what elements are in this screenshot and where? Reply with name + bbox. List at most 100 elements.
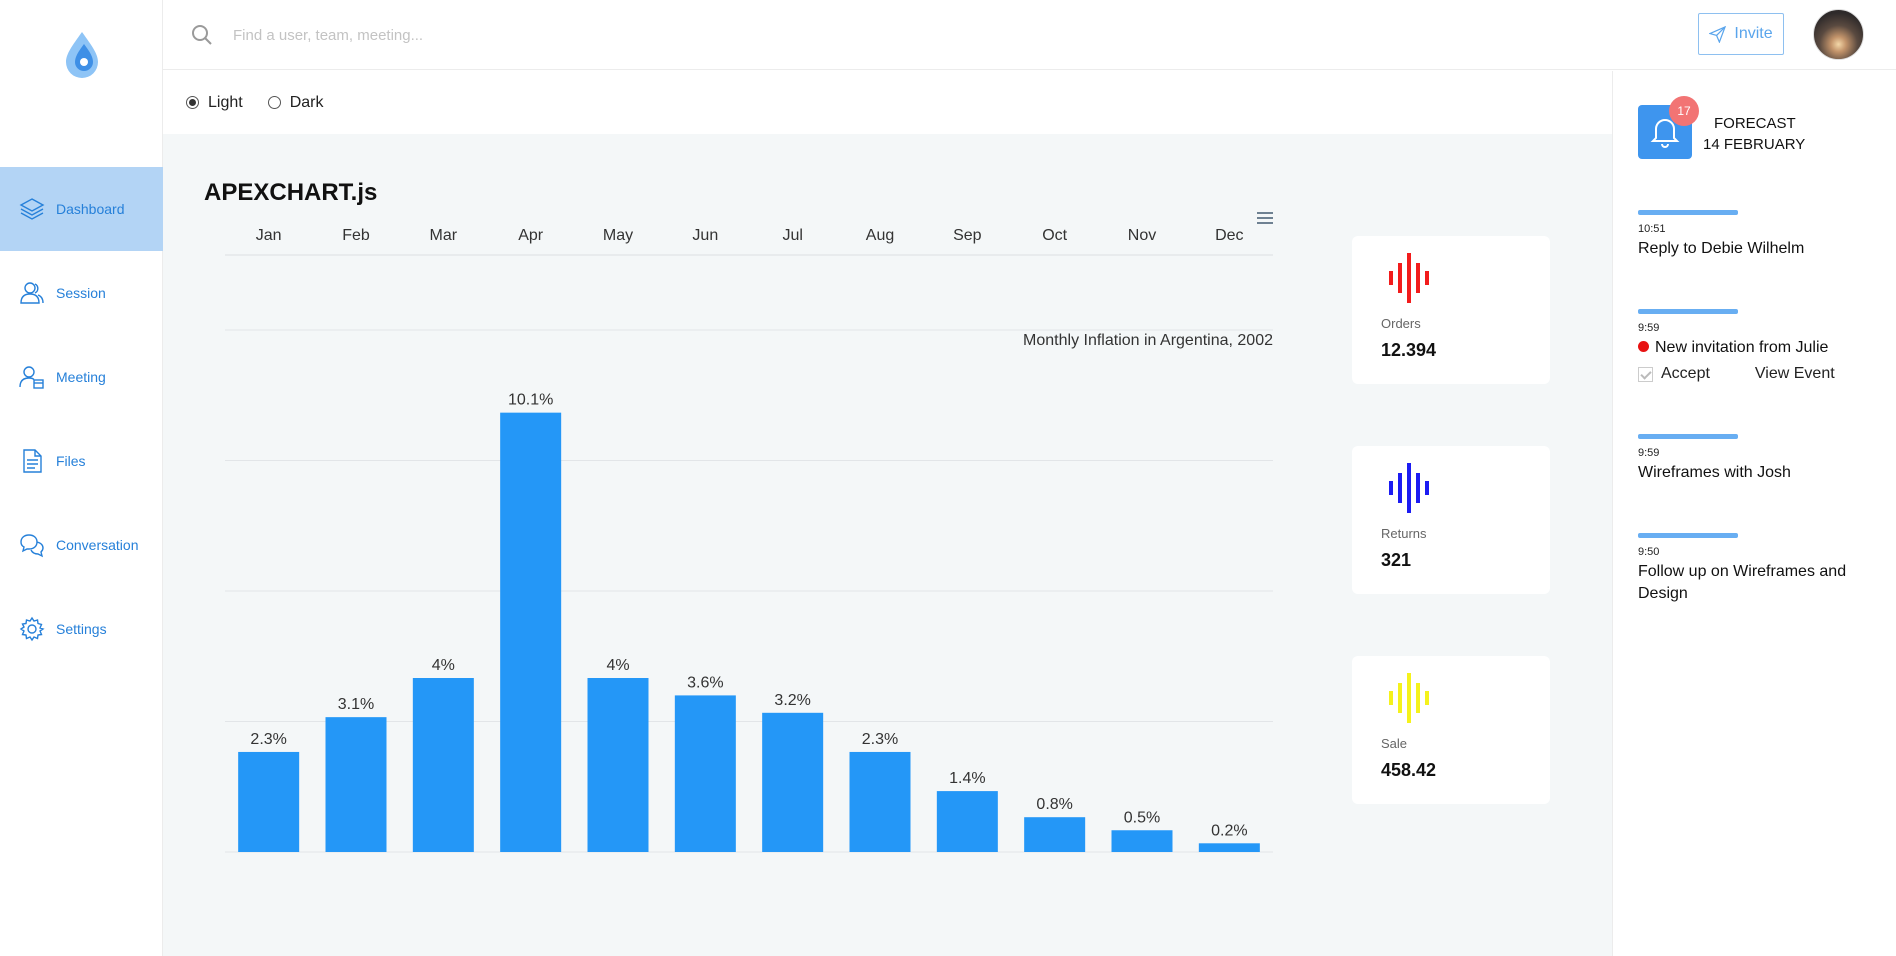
sidebar-item-label: Files <box>56 453 86 469</box>
bar[interactable] <box>587 678 649 852</box>
layers-icon <box>19 198 45 220</box>
data-label: 1.4% <box>949 770 985 787</box>
event-item[interactable]: 9:50 Follow up on Wireframes and Design <box>1638 533 1878 605</box>
notifications-panel: 17 FORECAST 14 FEBRUARY 10:51 Reply to D… <box>1612 71 1896 956</box>
stat-label: Sale <box>1381 736 1408 751</box>
gear-icon <box>19 616 45 642</box>
stat-value: 321 <box>1381 550 1412 570</box>
sidebar-item-dashboard[interactable]: Dashboard <box>0 167 163 251</box>
theme-dark-radio[interactable]: Dark <box>267 93 324 112</box>
wave-bar <box>1389 481 1393 495</box>
search-icon[interactable] <box>191 24 213 46</box>
document-icon <box>23 449 42 473</box>
stat-card-returns: Returns 321 <box>1352 446 1550 594</box>
sidebar-item-conversation[interactable]: Conversation <box>0 503 163 587</box>
bar-chart: Monthly Inflation in Argentina, 2002 2.3%… <box>225 227 1273 853</box>
event-time: 9:50 <box>1638 546 1660 558</box>
sidebar-item-session[interactable]: Session <box>0 251 163 335</box>
wave-bar <box>1389 691 1393 705</box>
event-title: New invitation from Julie <box>1655 339 1829 356</box>
theme-dark-label: Dark <box>289 93 324 111</box>
sidebar-item-label: Dashboard <box>56 201 125 217</box>
data-label: 3.2% <box>774 692 810 709</box>
bar[interactable] <box>500 412 562 852</box>
wave-bar <box>1425 691 1429 705</box>
radio-indicator[interactable] <box>186 96 199 109</box>
theme-light-radio[interactable]: Light <box>186 94 243 112</box>
event-item[interactable]: 9:59 Wireframes with Josh <box>1638 434 1878 484</box>
sidebar-item-files[interactable]: Files <box>0 419 163 503</box>
bar[interactable] <box>1111 830 1173 852</box>
stat-label: Returns <box>1381 526 1427 541</box>
event-item[interactable]: 9:59 New invitation from Julie Accept Vi… <box>1638 309 1878 383</box>
wave-bar <box>1407 673 1411 723</box>
sidebar-item-label: Conversation <box>56 537 139 553</box>
bar[interactable] <box>849 751 911 852</box>
wave-bar <box>1398 473 1402 503</box>
bar[interactable] <box>936 791 998 852</box>
avatar[interactable] <box>1813 9 1864 60</box>
stat-value: 12.394 <box>1381 340 1437 360</box>
audio-wave-icon <box>1389 673 1429 723</box>
bar[interactable] <box>238 751 300 852</box>
chat-bubbles-icon <box>20 534 44 558</box>
x-tick-label: Dec <box>1215 227 1243 244</box>
wave-bar <box>1407 253 1411 303</box>
data-label: 2.3% <box>250 731 286 748</box>
sidebar-item-meeting[interactable]: Meeting <box>0 335 163 419</box>
radio-indicator[interactable] <box>267 96 281 109</box>
wave-bar <box>1425 271 1429 285</box>
stat-value: 458.42 <box>1381 760 1437 780</box>
event-item[interactable]: 10:51 Reply to Debie Wilhelm <box>1638 210 1878 260</box>
data-label: 0.2% <box>1211 822 1247 839</box>
bar[interactable] <box>1198 843 1260 852</box>
audio-wave-icon <box>1389 253 1429 303</box>
x-tick-label: Feb <box>342 227 370 244</box>
bar[interactable] <box>762 712 824 852</box>
accept-checkbox[interactable] <box>1638 366 1653 382</box>
x-tick-label: Mar <box>430 227 458 244</box>
x-tick-label: Nov <box>1128 227 1156 244</box>
user-calendar-icon <box>19 366 44 389</box>
accept-label[interactable]: Accept <box>1661 365 1710 383</box>
sidebar: Dashboard Session Meeting Files Conversa… <box>0 0 163 956</box>
chart-title: Monthly Inflation in Argentina, 2002 <box>1023 332 1273 349</box>
x-tick-label: Jan <box>256 227 282 244</box>
invite-button[interactable]: Invite <box>1698 13 1784 55</box>
forecast-label: FORECAST <box>1714 115 1796 132</box>
event-actions: Accept View Event <box>1638 365 1878 383</box>
sidebar-item-settings[interactable]: Settings <box>0 587 163 671</box>
data-label: 0.5% <box>1124 809 1160 826</box>
stat-label: Orders <box>1381 316 1421 331</box>
data-label: 10.1% <box>508 392 553 409</box>
bar[interactable] <box>1024 817 1086 852</box>
invite-label: Invite <box>1734 25 1773 42</box>
x-tick-label: Jul <box>782 227 802 244</box>
sidebar-item-label: Meeting <box>56 369 106 385</box>
bar[interactable] <box>412 678 474 852</box>
forecast-heading: FORECAST 14 FEBRUARY <box>1703 113 1805 155</box>
main-content: APEXCHART.js Monthly Inflation in Argent… <box>163 134 1613 956</box>
event-title: Reply to Debie Wilhelm <box>1638 240 1805 257</box>
event-bar <box>1638 309 1738 314</box>
search-input[interactable] <box>233 20 733 50</box>
x-tick-label: Jun <box>692 227 718 244</box>
event-time: 9:59 <box>1638 447 1660 459</box>
event-time: 9:59 <box>1638 322 1660 334</box>
theme-light-label: Light <box>208 93 243 111</box>
x-tick-label: Sep <box>953 227 982 244</box>
stat-card-sale: Sale 458.42 <box>1352 656 1550 804</box>
wave-bar <box>1398 683 1402 713</box>
bar[interactable] <box>325 717 387 852</box>
wave-bar <box>1416 683 1420 713</box>
bar[interactable] <box>674 695 736 852</box>
droplet-logo-icon[interactable] <box>62 30 102 78</box>
wave-bar <box>1425 481 1429 495</box>
view-event-link[interactable]: View Event <box>1755 365 1835 383</box>
forecast-date: 14 FEBRUARY <box>1703 136 1806 153</box>
data-label: 0.8% <box>1036 796 1072 813</box>
wave-bar <box>1416 263 1420 293</box>
data-label: 4% <box>606 657 629 674</box>
sidebar-item-label: Settings <box>56 621 107 637</box>
data-label: 3.1% <box>338 696 374 713</box>
